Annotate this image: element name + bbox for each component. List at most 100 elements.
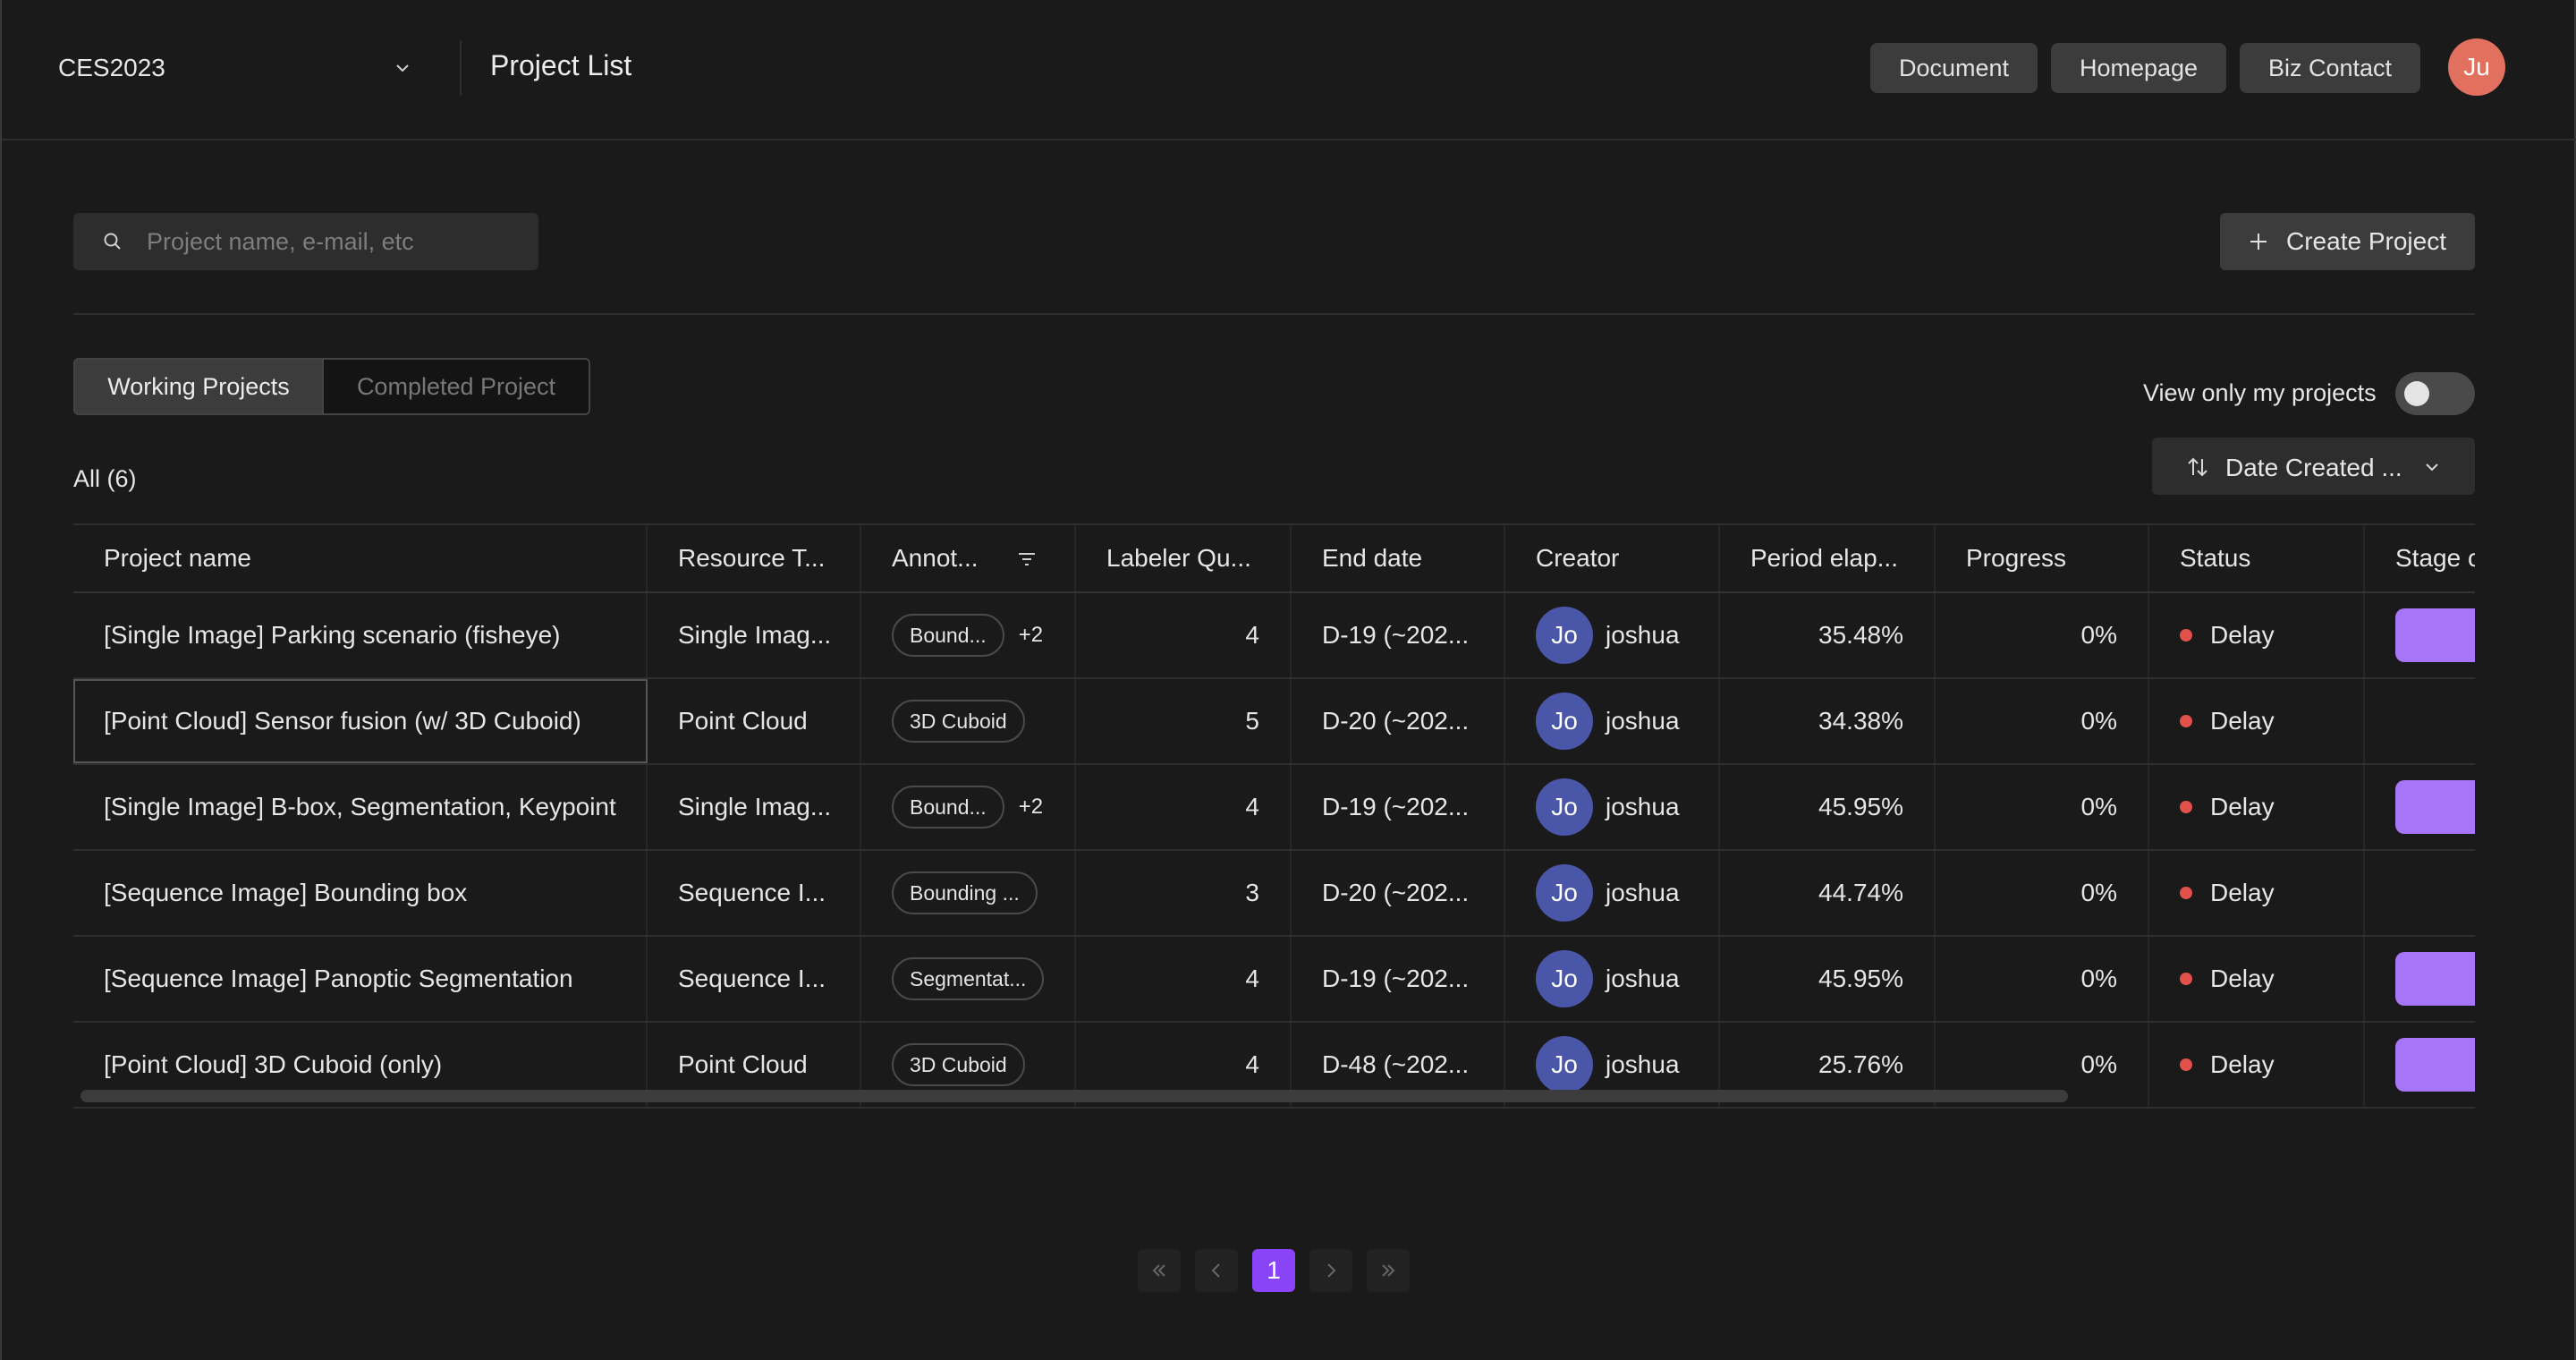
create-project-label: Create Project <box>2286 227 2446 255</box>
annotation-chip: Bounding ... <box>892 871 1038 914</box>
col-header-stage[interactable]: Stage c <box>2365 525 2475 591</box>
status-dot-icon <box>2180 629 2192 642</box>
creator-cell: Jo joshua <box>1505 765 1720 849</box>
end-date: D-19 (~202... <box>1292 765 1505 849</box>
search-input[interactable] <box>147 213 522 270</box>
document-button[interactable]: Document <box>1870 43 2038 93</box>
page-title: Project List <box>490 49 632 81</box>
chevron-left-icon <box>1211 1263 1220 1278</box>
annotation-chip: 3D Cuboid <box>892 1043 1025 1086</box>
progress: 0% <box>1936 851 2149 935</box>
resource-type: Point Cloud <box>648 679 861 763</box>
search-icon <box>104 233 121 250</box>
period-elapsed: 34.38% <box>1720 679 1936 763</box>
view-my-projects-label: View only my projects <box>2143 379 2377 406</box>
create-project-button[interactable]: Create Project <box>2220 213 2475 270</box>
horizontal-scrollbar[interactable] <box>80 1090 2068 1102</box>
progress: 0% <box>1936 593 2149 677</box>
stage-cell <box>2365 593 2475 677</box>
table-row[interactable]: [Single Image] B-box, Segmentation, Keyp… <box>73 765 2475 851</box>
creator-cell: Jo joshua <box>1505 937 1720 1021</box>
filter-icon[interactable] <box>1017 550 1037 568</box>
annotation-more-count: +2 <box>1018 623 1044 647</box>
prev-page-button[interactable] <box>1195 1249 1238 1292</box>
project-count: All (6) <box>73 465 137 492</box>
tab-completed-project[interactable]: Completed Project <box>324 360 589 413</box>
project-name[interactable]: [Sequence Image] Panoptic Segmentation <box>73 937 648 1021</box>
status-label: Delay <box>2210 621 2275 649</box>
status-cell: Delay <box>2149 593 2365 677</box>
search-box[interactable] <box>73 213 538 270</box>
labeler-quantity: 4 <box>1076 593 1292 677</box>
stage-cell <box>2365 765 2475 849</box>
status-dot-icon <box>2180 801 2192 813</box>
chevron-down-icon <box>2426 463 2438 472</box>
sort-dropdown[interactable]: Date Created ... <box>2152 438 2475 495</box>
annotation-cell: Segmentat... <box>861 937 1076 1021</box>
table-row[interactable]: [Sequence Image] Bounding box Sequence I… <box>73 851 2475 937</box>
labeler-quantity: 5 <box>1076 679 1292 763</box>
creator-name: joshua <box>1606 707 1680 735</box>
col-header-progress[interactable]: Progress <box>1936 525 2149 591</box>
period-elapsed: 45.95% <box>1720 937 1936 1021</box>
status-cell: Delay <box>2149 937 2365 1021</box>
annotation-cell: 3D Cuboid <box>861 679 1076 763</box>
creator-avatar: Jo <box>1536 693 1593 750</box>
creator-name: joshua <box>1606 879 1680 906</box>
annotation-more-count: +2 <box>1018 795 1044 819</box>
progress: 0% <box>1936 937 2149 1021</box>
status-cell: Delay <box>2149 851 2365 935</box>
table-row[interactable]: [Single Image] Parking scenario (fisheye… <box>73 593 2475 679</box>
col-header-project-name[interactable]: Project name <box>73 525 648 591</box>
col-header-annotation[interactable]: Annot... <box>861 525 1076 591</box>
col-header-period-elapsed[interactable]: Period elap... <box>1720 525 1936 591</box>
col-header-status[interactable]: Status <box>2149 525 2365 591</box>
homepage-button[interactable]: Homepage <box>2051 43 2226 93</box>
resource-type: Single Imag... <box>648 765 861 849</box>
status-label: Delay <box>2210 879 2275 906</box>
project-name[interactable]: [Sequence Image] Bounding box <box>73 851 648 935</box>
labeler-quantity: 4 <box>1076 765 1292 849</box>
col-header-creator[interactable]: Creator <box>1505 525 1720 591</box>
table-row[interactable]: [Sequence Image] Panoptic Segmentation S… <box>73 937 2475 1023</box>
chevron-down-icon <box>396 64 409 72</box>
last-page-button[interactable] <box>1367 1249 1410 1292</box>
plus-icon <box>2250 234 2267 250</box>
labeler-quantity: 4 <box>1076 937 1292 1021</box>
section-divider <box>73 313 2475 315</box>
view-my-projects-toggle[interactable] <box>2395 372 2475 415</box>
table-header-row: Project name Resource T... Annot... Labe… <box>73 523 2475 593</box>
resource-type: Sequence I... <box>648 937 861 1021</box>
status-dot-icon <box>2180 715 2192 727</box>
next-page-button[interactable] <box>1309 1249 1352 1292</box>
creator-name: joshua <box>1606 793 1680 820</box>
status-cell: Delay <box>2149 1023 2365 1107</box>
projects-table: Project name Resource T... Annot... Labe… <box>73 523 2475 1110</box>
end-date: D-19 (~202... <box>1292 593 1505 677</box>
status-cell: Delay <box>2149 679 2365 763</box>
user-avatar[interactable]: Ju <box>2448 38 2505 96</box>
tab-working-projects[interactable]: Working Projects <box>75 360 324 413</box>
app-window: CES2023 Project List Document Homepage B… <box>0 0 2576 1360</box>
workspace-selector[interactable]: CES2023 <box>58 45 416 91</box>
project-name[interactable]: [Point Cloud] Sensor fusion (w/ 3D Cuboi… <box>73 679 648 763</box>
project-name[interactable]: [Single Image] B-box, Segmentation, Keyp… <box>73 765 648 849</box>
page-1-button[interactable]: 1 <box>1252 1249 1295 1292</box>
project-name[interactable]: [Single Image] Parking scenario (fisheye… <box>73 593 648 677</box>
status-label: Delay <box>2210 965 2275 992</box>
stage-bar <box>2395 780 2475 834</box>
table-row[interactable]: [Point Cloud] Sensor fusion (w/ 3D Cuboi… <box>73 679 2475 765</box>
sort-arrows-icon <box>2188 457 2207 477</box>
col-header-end-date[interactable]: End date <box>1292 525 1505 591</box>
annotation-cell: Bounding ... <box>861 851 1076 935</box>
creator-cell: Jo joshua <box>1505 679 1720 763</box>
first-page-button[interactable] <box>1138 1249 1181 1292</box>
stage-bar <box>2395 1038 2475 1092</box>
annotation-chip: 3D Cuboid <box>892 700 1025 743</box>
col-header-resource-type[interactable]: Resource T... <box>648 525 861 591</box>
creator-avatar: Jo <box>1536 864 1593 922</box>
status-label: Delay <box>2210 1050 2275 1078</box>
double-chevron-right-icon <box>1382 1264 1395 1277</box>
col-header-labeler-quantity[interactable]: Labeler Qu... <box>1076 525 1292 591</box>
biz-contact-button[interactable]: Biz Contact <box>2240 43 2420 93</box>
